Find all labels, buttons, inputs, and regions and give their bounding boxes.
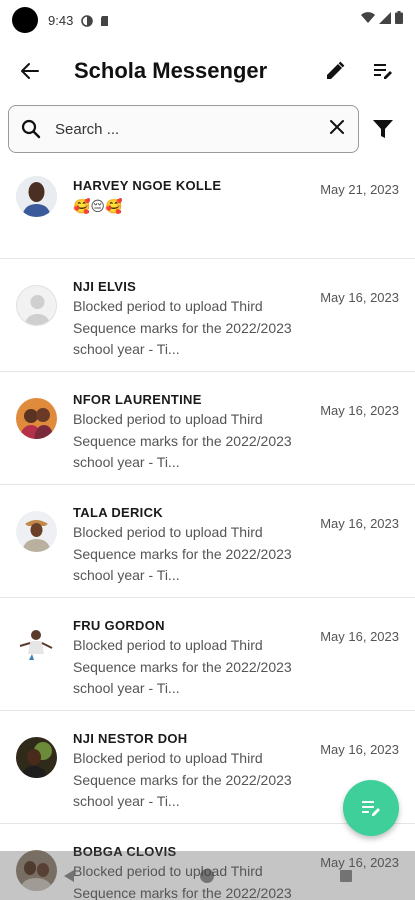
conversation-row[interactable]: NFOR LAURENTINE Blocked period to upload…	[0, 372, 415, 485]
avatar	[16, 285, 57, 326]
app-bar: Schola Messenger	[0, 46, 415, 96]
pencil-icon	[327, 61, 345, 79]
message-date: May 16, 2023	[320, 742, 399, 757]
message-date: May 16, 2023	[320, 516, 399, 531]
message-preview: 🥰😔🥰	[73, 198, 123, 214]
compose-list-button[interactable]	[359, 47, 407, 95]
message-date: May 16, 2023	[320, 290, 399, 305]
message-date: May 16, 2023	[320, 629, 399, 644]
message-preview: Blocked period to upload Third Sequence …	[73, 750, 292, 809]
sd-card-icon	[99, 14, 111, 26]
avatar	[16, 737, 57, 778]
circle-home-icon	[200, 868, 215, 883]
conversation-row[interactable]: HARVEY NGOE KOLLE 🥰😔🥰 May 21, 2023	[0, 162, 415, 259]
clear-search-button[interactable]	[328, 118, 346, 141]
contact-name: TALA DERICK	[73, 505, 163, 520]
message-date: May 21, 2023	[320, 182, 399, 197]
status-time: 9:43	[48, 12, 74, 28]
contact-name: FRU GORDON	[73, 618, 165, 633]
signal-icon	[379, 11, 391, 29]
back-button[interactable]	[2, 47, 58, 95]
contact-name: NJI NESTOR DOH	[73, 731, 188, 746]
avatar	[16, 511, 57, 552]
message-preview: Blocked period to upload Third Sequence …	[73, 298, 292, 357]
search-box[interactable]	[8, 105, 359, 153]
wifi-icon	[361, 11, 375, 29]
avatar	[16, 176, 57, 217]
status-bar: 9:43	[0, 0, 415, 40]
new-message-fab[interactable]	[343, 780, 399, 836]
nav-home-button[interactable]	[183, 856, 231, 896]
filter-icon	[373, 120, 393, 138]
nav-back-button[interactable]	[45, 856, 93, 896]
contact-name: HARVEY NGOE KOLLE	[73, 178, 222, 193]
avatar	[16, 398, 57, 439]
message-preview: Blocked period to upload Third Sequence …	[73, 637, 292, 696]
message-preview: Blocked period to upload Third Sequence …	[73, 411, 292, 470]
contact-name: NFOR LAURENTINE	[73, 392, 202, 407]
avatar	[16, 624, 57, 665]
data-saver-icon	[81, 14, 94, 27]
search-input[interactable]	[55, 120, 328, 138]
search-row	[8, 104, 407, 154]
filter-button[interactable]	[359, 105, 407, 153]
playlist-edit-icon	[374, 64, 392, 79]
edit-button[interactable]	[311, 47, 359, 95]
battery-icon	[395, 11, 403, 29]
playlist-edit-icon	[362, 801, 380, 816]
search-icon	[21, 119, 41, 139]
page-title: Schola Messenger	[74, 58, 268, 83]
contact-name: NJI ELVIS	[73, 279, 137, 294]
triangle-back-icon	[64, 869, 75, 882]
message-date: May 16, 2023	[320, 403, 399, 418]
close-icon	[330, 119, 344, 134]
nav-recents-button[interactable]	[322, 856, 370, 896]
arrow-left-icon	[21, 63, 39, 79]
conversation-row[interactable]: TALA DERICK Blocked period to upload Thi…	[0, 485, 415, 598]
system-nav-bar	[0, 851, 415, 900]
message-preview: Blocked period to upload Third Sequence …	[73, 524, 292, 583]
conversation-row[interactable]: NJI ELVIS Blocked period to upload Third…	[0, 259, 415, 372]
camera-cutout	[12, 7, 38, 33]
square-recents-icon	[339, 869, 352, 882]
conversation-row[interactable]: FRU GORDON Blocked period to upload Thir…	[0, 598, 415, 711]
